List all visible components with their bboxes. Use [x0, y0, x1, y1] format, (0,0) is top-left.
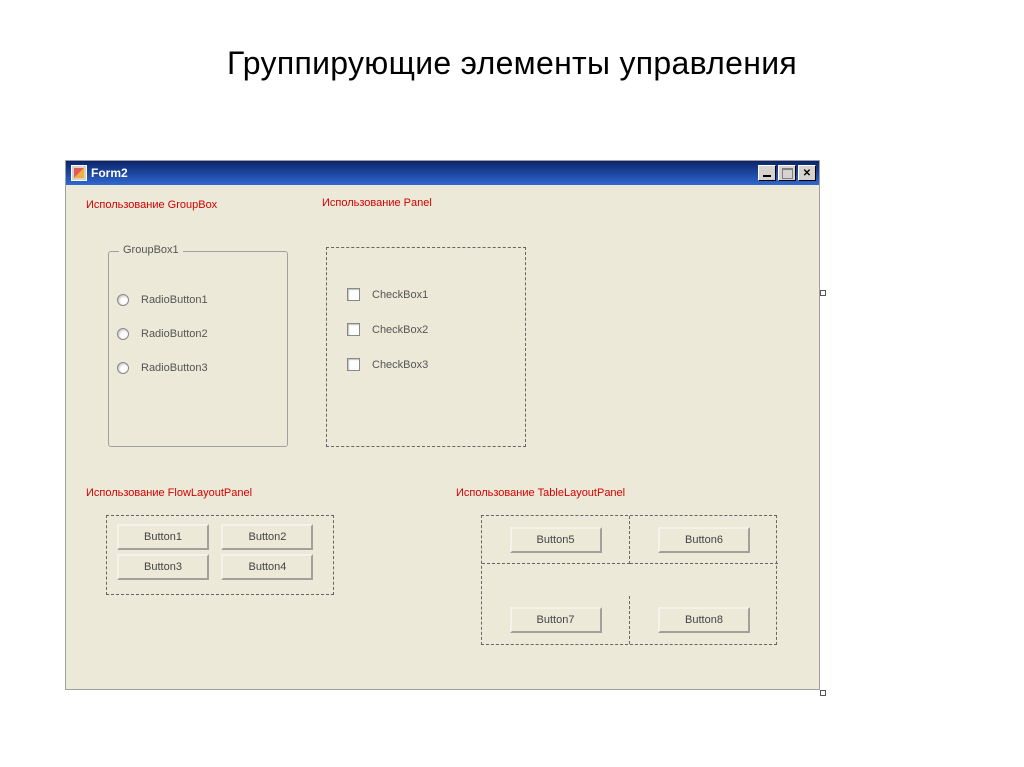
radio-2[interactable]: RadioButton2	[117, 328, 287, 340]
radio-icon	[117, 362, 129, 374]
window-title: Form2	[91, 166, 128, 180]
checkbox-1[interactable]: CheckBox1	[347, 288, 525, 301]
checkbox-3[interactable]: CheckBox3	[347, 358, 525, 371]
button-8[interactable]: Button8	[658, 607, 750, 633]
radio-icon	[117, 328, 129, 340]
groupbox: GroupBox1 RadioButton1 RadioButton2 Radi…	[108, 251, 288, 447]
button-3[interactable]: Button3	[117, 554, 209, 580]
button-6[interactable]: Button6	[658, 527, 750, 553]
radio-label: RadioButton2	[141, 328, 208, 340]
panel: CheckBox1 CheckBox2 CheckBox3	[326, 247, 526, 447]
slide-title: Группирующие элементы управления	[0, 0, 1024, 107]
radio-3[interactable]: RadioButton3	[117, 362, 287, 374]
tablelayoutpanel: Button5 Button6 Button7 Button8	[481, 515, 777, 645]
radio-icon	[117, 294, 129, 306]
checkbox-label: CheckBox3	[372, 359, 428, 371]
label-panel: Использование Panel	[322, 197, 432, 209]
label-groupbox: Использование GroupBox	[86, 199, 217, 211]
flowlayoutpanel: Button1 Button2 Button3 Button4	[106, 515, 334, 595]
button-4[interactable]: Button4	[221, 554, 313, 580]
button-1[interactable]: Button1	[117, 524, 209, 550]
checkbox-icon	[347, 358, 360, 371]
form-content: Использование GroupBox Использование Pan…	[66, 185, 819, 689]
radio-label: RadioButton3	[141, 362, 208, 374]
checkbox-label: CheckBox1	[372, 289, 428, 301]
maximize-button[interactable]	[778, 165, 796, 181]
form-window: Form2 ✕ Использование GroupBox Использов…	[65, 160, 820, 690]
app-icon	[71, 165, 87, 181]
radio-label: RadioButton1	[141, 294, 208, 306]
titlebar: Form2 ✕	[66, 161, 819, 185]
label-tablelayout: Использование TableLayoutPanel	[456, 487, 625, 499]
minimize-button[interactable]	[758, 165, 776, 181]
close-button[interactable]: ✕	[798, 165, 816, 181]
button-2[interactable]: Button2	[221, 524, 313, 550]
checkbox-icon	[347, 288, 360, 301]
resize-handle-icon[interactable]	[820, 690, 826, 696]
checkbox-label: CheckBox2	[372, 324, 428, 336]
groupbox-legend: GroupBox1	[119, 244, 183, 256]
radio-1[interactable]: RadioButton1	[117, 294, 287, 306]
checkbox-2[interactable]: CheckBox2	[347, 323, 525, 336]
resize-handle-icon[interactable]	[820, 290, 826, 296]
checkbox-icon	[347, 323, 360, 336]
button-7[interactable]: Button7	[510, 607, 602, 633]
label-flowlayout: Использование FlowLayoutPanel	[86, 487, 252, 499]
button-5[interactable]: Button5	[510, 527, 602, 553]
